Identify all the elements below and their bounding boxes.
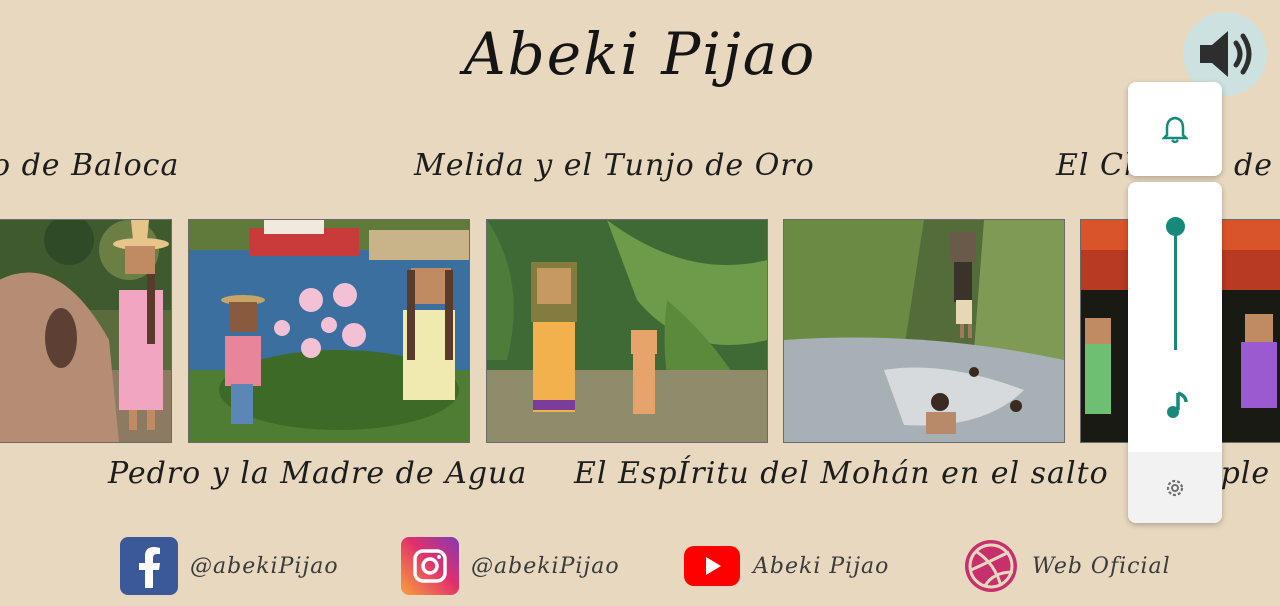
social-youtube[interactable]: Abeki Pijao: [683, 536, 889, 596]
volume-slider-thumb[interactable]: [1166, 217, 1185, 236]
story-title-baloca[interactable]: o de Baloca: [0, 148, 179, 183]
gear-icon: [1166, 479, 1184, 496]
story-title-pedro[interactable]: Pedro y la Madre de Agua: [108, 456, 527, 491]
story-title-partial-end: de: [1234, 148, 1273, 183]
youtube-handle[interactable]: Abeki Pijao: [753, 554, 889, 579]
story-title-mohan[interactable]: El EspÍritu del Mohán en el salto: [574, 456, 1109, 491]
social-facebook[interactable]: @abekiPijao: [120, 536, 339, 596]
youtube-icon[interactable]: [683, 537, 741, 595]
volume-slider-track[interactable]: [1174, 226, 1177, 350]
media-volume-card[interactable]: [1128, 182, 1222, 523]
story-image-baloca[interactable]: [0, 219, 172, 443]
dribbble-icon[interactable]: [962, 537, 1020, 595]
story-carousel[interactable]: [0, 219, 1280, 443]
page-title: Abeki Pijao: [463, 20, 817, 88]
social-dribbble[interactable]: Web Oficial: [962, 536, 1171, 596]
bell-icon[interactable]: [1162, 115, 1188, 143]
facebook-handle[interactable]: @abekiPijao: [190, 554, 339, 579]
volume-settings-button[interactable]: [1128, 452, 1222, 523]
story-image-pedro[interactable]: [188, 219, 470, 443]
social-instagram[interactable]: @abekiPijao: [401, 536, 620, 596]
speaker-icon: [1200, 31, 1252, 77]
story-title-melida[interactable]: Melida y el Tunjo de Oro: [414, 148, 815, 183]
story-image-melida[interactable]: [486, 219, 768, 443]
story-image-mohan[interactable]: [783, 219, 1065, 443]
music-note-icon: [1167, 391, 1188, 418]
notification-volume-card[interactable]: [1128, 82, 1222, 176]
instagram-handle[interactable]: @abekiPijao: [471, 554, 620, 579]
dribbble-handle[interactable]: Web Oficial: [1032, 554, 1171, 579]
facebook-icon[interactable]: [120, 537, 178, 595]
instagram-icon[interactable]: [401, 537, 459, 595]
